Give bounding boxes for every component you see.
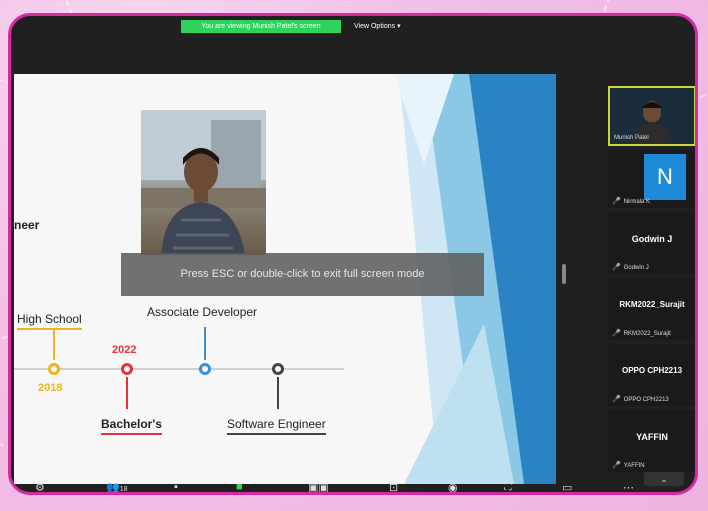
timeline-connector (204, 327, 206, 360)
participant-name: Godwin J (623, 265, 649, 271)
participant-name: Nirmala K (623, 199, 651, 205)
participant-name: Munish Patel (614, 135, 649, 141)
participants-panel: Munish Patel N 🎤 Nirmala K Godwin J 🎤 Godw… (608, 80, 695, 486)
participant-tile[interactable]: RKM2022_Surajit 🎤 RKM2022_Surajit (608, 278, 695, 340)
timeline-line (14, 368, 344, 370)
timeline-year: 2022 (112, 344, 137, 356)
meeting-toolbar: ⚙ 👥18 ▪ ■ ▣▣ ⊡ ◉ ⛶ ▭ ⋯ (11, 481, 695, 493)
timeline-connector (126, 377, 128, 409)
participant-tile[interactable]: N 🎤 Nirmala K (608, 150, 695, 208)
person-photo (141, 110, 266, 255)
timeline-node (272, 363, 284, 375)
mic-muted-icon: 🎤 (612, 264, 621, 271)
record-icon[interactable]: ▣▣ (308, 481, 329, 492)
timeline-node (121, 363, 133, 375)
screen-icon[interactable]: ▭ (562, 481, 572, 492)
participant-tile-active[interactable]: Munish Patel (608, 86, 695, 146)
reactions-icon[interactable]: ◉ (448, 481, 458, 492)
chevron-down-icon: ▾ (397, 23, 401, 30)
participant-name: YAFFIN (623, 463, 645, 469)
participants-count: 18 (119, 486, 128, 493)
timeline-connector (277, 377, 279, 409)
chat-icon[interactable]: ▪ (174, 481, 178, 492)
view-options-label: View Options (354, 23, 396, 30)
viewing-banner: You are viewing Munish Patel's screen (181, 20, 341, 33)
participant-tile[interactable]: YAFFIN 🎤 YAFFIN (608, 410, 695, 472)
participant-label: 🎤 Nirmala K (612, 197, 650, 205)
profile-photo (141, 110, 266, 255)
participant-display-name: YAFFIN (636, 432, 668, 442)
timeline-label: Associate Developer (147, 305, 258, 319)
role-text-fragment: neer (14, 218, 40, 232)
participant-label: 🎤 Godwin J (612, 263, 649, 271)
participant-display-name: Godwin J (631, 234, 673, 244)
timeline-node (199, 363, 211, 375)
panel-resize-handle[interactable] (562, 264, 566, 284)
avatar: N (644, 154, 686, 200)
participant-display-name: RKM2022_Surajit (619, 300, 685, 309)
participant-tile[interactable]: OPPO CPH2213 🎤 OPPO CPH2213 (608, 344, 695, 406)
more-icon[interactable]: ⋯ (623, 481, 634, 492)
timeline-label: High School (17, 312, 82, 330)
fullscreen-notice: Press ESC or double-click to exit full s… (121, 253, 484, 296)
timeline-label: Software Engineer (227, 417, 326, 435)
participant-name: OPPO CPH2213 (623, 397, 669, 403)
participant-label: 🎤 OPPO CPH2213 (612, 395, 669, 403)
view-options-button[interactable]: View Options ▾ (354, 20, 401, 33)
mic-muted-icon: 🎤 (612, 198, 621, 205)
participant-display-name: OPPO CPH2213 (621, 366, 683, 375)
timeline-connector (53, 330, 55, 360)
zoom-window: You are viewing Munish Patel's screen Vi… (8, 13, 698, 495)
mic-muted-icon: 🎤 (612, 396, 621, 403)
participants-icon[interactable]: 👥18 (106, 481, 128, 493)
participant-label: 🎤 YAFFIN (612, 461, 645, 469)
mic-muted-icon: 🎤 (612, 330, 621, 337)
timeline-label: Bachelor's (101, 417, 162, 435)
timeline-year: 2018 (38, 382, 63, 394)
fullscreen-icon[interactable]: ⛶ (504, 481, 512, 492)
mic-muted-icon: 🎤 (612, 462, 621, 469)
participant-label: 🎤 RKM2022_Surajit (612, 329, 671, 337)
timeline-node (48, 363, 60, 375)
top-bar: You are viewing Munish Patel's screen Vi… (11, 16, 695, 38)
share-icon[interactable]: ■ (236, 481, 243, 492)
participant-tile[interactable]: Godwin J 🎤 Godwin J (608, 212, 695, 274)
participant-name: RKM2022_Surajit (623, 331, 671, 337)
cc-icon[interactable]: ⊡ (389, 481, 398, 492)
mic-icon[interactable]: ⚙ (35, 481, 45, 492)
